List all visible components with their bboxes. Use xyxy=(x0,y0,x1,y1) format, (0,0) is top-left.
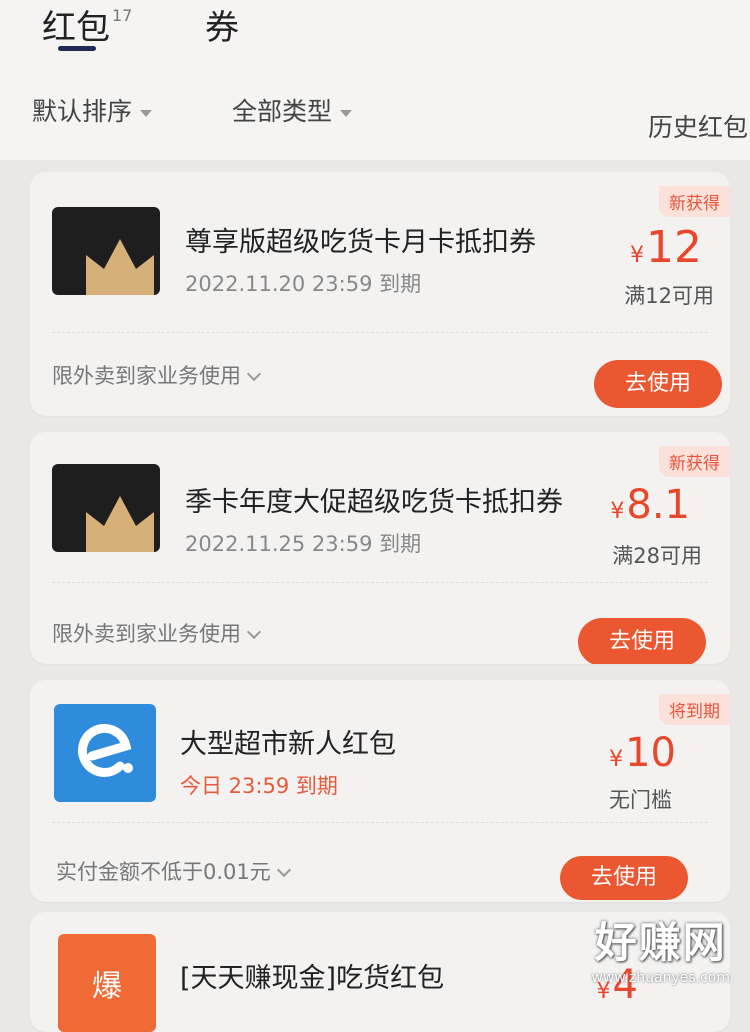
coupon-scope-label: 实付金额不低于0.01元 xyxy=(56,860,271,884)
coupon-scope[interactable]: 限外卖到家业务使用 xyxy=(52,618,262,648)
coupon-expire: 今日 23:59 到期 xyxy=(180,774,338,798)
coupon-amount: ¥8.1 xyxy=(610,482,690,528)
currency-symbol: ¥ xyxy=(609,747,624,772)
coupon-scope-label: 限外卖到家业务使用 xyxy=(52,364,241,388)
coupon-expire: 2022.11.25 23:59 到期 xyxy=(185,532,422,556)
coupon-title: 大型超市新人红包 xyxy=(180,729,396,760)
coupon-title: 季卡年度大促超级吃货卡抵扣券 xyxy=(185,487,563,518)
dashed-divider xyxy=(52,332,708,333)
amount-value: 12 xyxy=(646,222,702,273)
amount-value: 8.1 xyxy=(626,482,690,528)
currency-symbol: ¥ xyxy=(610,499,625,524)
status-badge: 新获得 xyxy=(659,446,730,477)
amount-value: 10 xyxy=(625,730,676,776)
coupon-expire: 2022.11.20 23:59 到期 xyxy=(185,272,422,296)
coupon-thumbnail xyxy=(54,704,156,802)
coupon-card: 将到期 大型超市新人红包 今日 23:59 到期 ¥10 无门槛 实付金额不低于… xyxy=(30,680,730,902)
coupon-title: 尊享版超级吃货卡月卡抵扣券 xyxy=(185,227,536,258)
coupon-card: 新获得 尊享版超级吃货卡月卡抵扣券 2022.11.20 23:59 到期 ¥1… xyxy=(30,172,730,416)
coupon-condition: 满12可用 xyxy=(624,284,714,308)
caret-down-icon xyxy=(340,109,353,117)
status-badge: 将到期 xyxy=(659,694,730,725)
coupon-condition: 满28可用 xyxy=(612,544,702,568)
chevron-down-icon xyxy=(246,624,262,640)
dashed-divider xyxy=(52,582,708,583)
coupon-scope-label: 限外卖到家业务使用 xyxy=(52,622,241,646)
use-button[interactable]: 去使用 xyxy=(560,856,688,900)
watermark: 好赚网 www.zhuanyes.com xyxy=(591,909,730,986)
status-badge: 新获得 xyxy=(659,186,730,217)
coupon-card: 新获得 季卡年度大促超级吃货卡抵扣券 2022.11.25 23:59 到期 ¥… xyxy=(30,432,730,664)
crown-icon xyxy=(86,239,154,295)
watermark-url: www.zhuanyes.com xyxy=(591,970,730,986)
type-dropdown-label: 全部类型 xyxy=(232,97,333,126)
coupon-condition: 无门槛 xyxy=(609,788,672,812)
tab-hongbao[interactable]: 红包 17 xyxy=(42,0,132,49)
coupon-scope[interactable]: 实付金额不低于0.01元 xyxy=(56,856,291,886)
currency-symbol: ¥ xyxy=(630,243,644,268)
sort-dropdown-label: 默认排序 xyxy=(32,97,133,126)
dashed-divider xyxy=(52,822,708,823)
use-button[interactable]: 去使用 xyxy=(578,618,706,664)
coupon-amount: ¥10 xyxy=(609,730,676,776)
use-button[interactable]: 去使用 xyxy=(594,360,722,408)
tab-hongbao-count: 17 xyxy=(112,6,133,25)
tab-hongbao-label: 红包 xyxy=(42,8,110,48)
type-dropdown[interactable]: 全部类型 xyxy=(232,92,353,128)
coupon-scope[interactable]: 限外卖到家业务使用 xyxy=(52,360,262,390)
chevron-down-icon xyxy=(276,862,291,878)
crown-icon xyxy=(86,496,154,552)
coupon-thumbnail: 爆 xyxy=(58,934,156,1032)
eleme-logo-icon xyxy=(77,723,133,777)
tab-juan[interactable]: 券 xyxy=(205,0,239,49)
coupon-title: [天天赚现金]吃货红包 xyxy=(180,963,445,994)
active-tab-indicator xyxy=(58,46,96,51)
chevron-down-icon xyxy=(246,366,262,382)
watermark-main: 好赚网 xyxy=(594,918,727,967)
caret-down-icon xyxy=(140,109,153,117)
history-link[interactable]: 历史红包 xyxy=(648,108,748,144)
coupon-amount: ¥12 xyxy=(630,222,702,273)
coupon-thumbnail xyxy=(52,207,160,295)
sort-dropdown[interactable]: 默认排序 xyxy=(32,92,153,128)
coupon-thumbnail xyxy=(52,464,160,552)
top-bar: 红包 17 券 默认排序 全部类型 历史红包 xyxy=(0,0,750,160)
bao-icon: 爆 xyxy=(92,969,122,1004)
